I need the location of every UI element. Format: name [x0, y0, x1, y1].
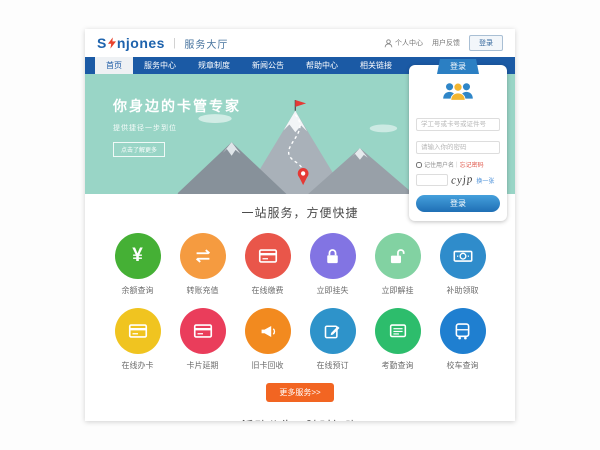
header-login-button[interactable]: 登录 [469, 35, 503, 51]
hero-text: 你身边的卡管专家 提供捷径一步到位 点击了解更多 [113, 96, 241, 157]
login-options: 记住用户名 | 忘记密码 [416, 160, 500, 169]
login-submit-button[interactable]: 登录 [416, 195, 500, 212]
service-label: 卡片延期 [170, 360, 235, 371]
megaphone-icon [245, 308, 291, 354]
service-item-pay-online[interactable]: 在线缴费 [235, 233, 300, 296]
bank-card-icon [180, 308, 226, 354]
site-header: S njones | 服务大厅 个人中心 用户反馈 登录 [85, 29, 515, 57]
login-tab[interactable]: 登录 [437, 59, 479, 74]
service-label: 旧卡回收 [235, 360, 300, 371]
service-item-attendance[interactable]: 考勤查询 [365, 308, 430, 371]
service-label: 余额查询 [105, 285, 170, 296]
service-item-school-bus[interactable]: 校车查询 [430, 308, 495, 371]
captcha-refresh-link[interactable]: 换一张 [476, 176, 494, 185]
nav-item-help[interactable]: 帮助中心 [295, 57, 349, 74]
edit-icon [310, 308, 356, 354]
forgot-password-link[interactable]: 忘记密码 [460, 160, 484, 169]
nav-item-service-center[interactable]: 服务中心 [133, 57, 187, 74]
hero-cta-button[interactable]: 点击了解更多 [113, 142, 165, 157]
bank-card-icon [115, 308, 161, 354]
nav-item-links[interactable]: 相关链接 [349, 57, 403, 74]
logo-text-end: njones [117, 35, 165, 51]
logo-text-start: S [97, 35, 107, 51]
remember-checkbox[interactable] [416, 162, 422, 168]
service-item-balance[interactable]: ¥ 余额查询 [105, 233, 170, 296]
unlock-icon [375, 233, 421, 279]
service-label: 补助领取 [430, 285, 495, 296]
service-item-card-extension[interactable]: 卡片延期 [170, 308, 235, 371]
banknote-icon [440, 233, 486, 279]
service-label: 转账充值 [170, 285, 235, 296]
transfer-icon [180, 233, 226, 279]
username-input[interactable] [416, 118, 500, 131]
nav-item-rules[interactable]: 规章制度 [187, 57, 241, 74]
captcha-input[interactable] [416, 174, 448, 186]
captcha-row: cyjp 换一张 [416, 174, 500, 186]
service-item-apply-card[interactable]: 在线办卡 [105, 308, 170, 371]
nav-item-home[interactable]: 首页 [95, 57, 133, 74]
service-label: 在线办卡 [105, 360, 170, 371]
personal-center-link[interactable]: 个人中心 [384, 38, 423, 48]
feedback-link[interactable]: 用户反馈 [432, 38, 460, 48]
hero-title: 你身边的卡管专家 [113, 96, 241, 116]
service-label: 在线预订 [300, 360, 365, 371]
service-item-release-loss[interactable]: 立即解挂 [365, 233, 430, 296]
lock-icon [310, 233, 356, 279]
logo-divider: | [173, 37, 176, 49]
person-icon [384, 39, 393, 48]
service-label: 立即挂失 [300, 285, 365, 296]
service-item-online-booking[interactable]: 在线预订 [300, 308, 365, 371]
services-section: 一站服务，方便快捷 ¥ 余额查询 转账充值 在线缴费 [85, 194, 515, 402]
feedback-label: 用户反馈 [432, 38, 460, 48]
service-item-subsidy[interactable]: 补助领取 [430, 233, 495, 296]
bank-card-icon [245, 233, 291, 279]
bus-icon [440, 308, 486, 354]
remember-label: 记住用户名 [424, 160, 454, 169]
service-label: 立即解挂 [365, 285, 430, 296]
service-label: 在线缴费 [235, 285, 300, 296]
services-grid: ¥ 余额查询 转账充值 在线缴费 立即挂失 [85, 221, 515, 371]
attendance-icon [375, 308, 421, 354]
logo-suffix: 服务大厅 [184, 36, 228, 51]
service-item-card-recycle[interactable]: 旧卡回收 [235, 308, 300, 371]
page: S njones | 服务大厅 个人中心 用户反馈 登录 首页 服务中心 规章制… [85, 29, 515, 421]
password-input[interactable] [416, 141, 500, 154]
more-services-button[interactable]: 更多服务>> [266, 383, 333, 402]
users-group-icon [416, 80, 500, 107]
service-item-transfer[interactable]: 转账充值 [170, 233, 235, 296]
service-item-report-loss[interactable]: 立即挂失 [300, 233, 365, 296]
lightning-bolt-icon [108, 37, 116, 49]
nav-item-news[interactable]: 新闻公告 [241, 57, 295, 74]
announcements-title: 活动公告，随时知晓 [85, 417, 515, 421]
service-label: 考勤查询 [365, 360, 430, 371]
logo[interactable]: S njones | 服务大厅 [97, 35, 228, 51]
yuan-icon: ¥ [115, 233, 161, 279]
captcha-image[interactable]: cyjp [451, 173, 474, 187]
personal-center-label: 个人中心 [395, 38, 423, 48]
login-panel: 登录 记住用户名 | 忘记密码 cyjp 换一张 登录 [409, 65, 507, 221]
announcements-section: 活动公告，随时知晓 使用指南 最新公告 更多>> 使用指南 更多>> [85, 417, 515, 421]
service-label: 校车查询 [430, 360, 495, 371]
hero-subtitle: 提供捷径一步到位 [113, 123, 241, 133]
header-right: 个人中心 用户反馈 登录 [384, 35, 503, 51]
